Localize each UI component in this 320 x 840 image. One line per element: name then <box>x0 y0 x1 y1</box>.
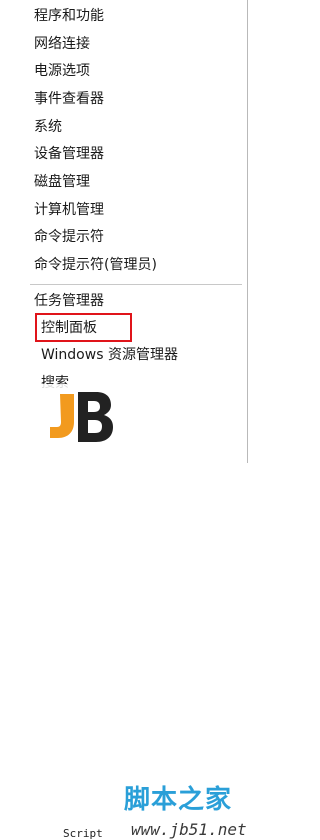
watermark-title: 脚本之家 <box>124 785 233 815</box>
menu-item-device-manager[interactable]: 设备管理器 <box>34 143 104 165</box>
menu-item-power-options[interactable]: 电源选项 <box>34 60 90 82</box>
menu-item-command-prompt-admin[interactable]: 命令提示符(管理员) <box>34 254 157 276</box>
menu-item-file-explorer[interactable]: Windows 资源管理器 <box>41 344 178 366</box>
menu-item-event-viewer[interactable]: 事件查看器 <box>34 88 104 110</box>
menu-item-disk-management[interactable]: 磁盘管理 <box>34 171 90 193</box>
menu-item-command-prompt[interactable]: 命令提示符 <box>34 226 104 248</box>
menu-item-computer-management[interactable]: 计算机管理 <box>34 199 104 221</box>
highlight-box <box>35 313 132 342</box>
menu-separator <box>30 284 242 285</box>
menu-item-system[interactable]: 系统 <box>34 116 62 138</box>
menu-item-network-connections[interactable]: 网络连接 <box>34 33 90 55</box>
jb-logo-icon <box>20 384 120 463</box>
menu-item-task-manager[interactable]: 任务管理器 <box>34 290 104 312</box>
watermark-url: www.jb51.net <box>131 820 247 839</box>
menu-item-programs-features[interactable]: 程序和功能 <box>34 5 104 27</box>
watermark: Script 脚本之家 www.jb51.net <box>0 384 257 840</box>
watermark-script-label: Script <box>61 827 105 840</box>
